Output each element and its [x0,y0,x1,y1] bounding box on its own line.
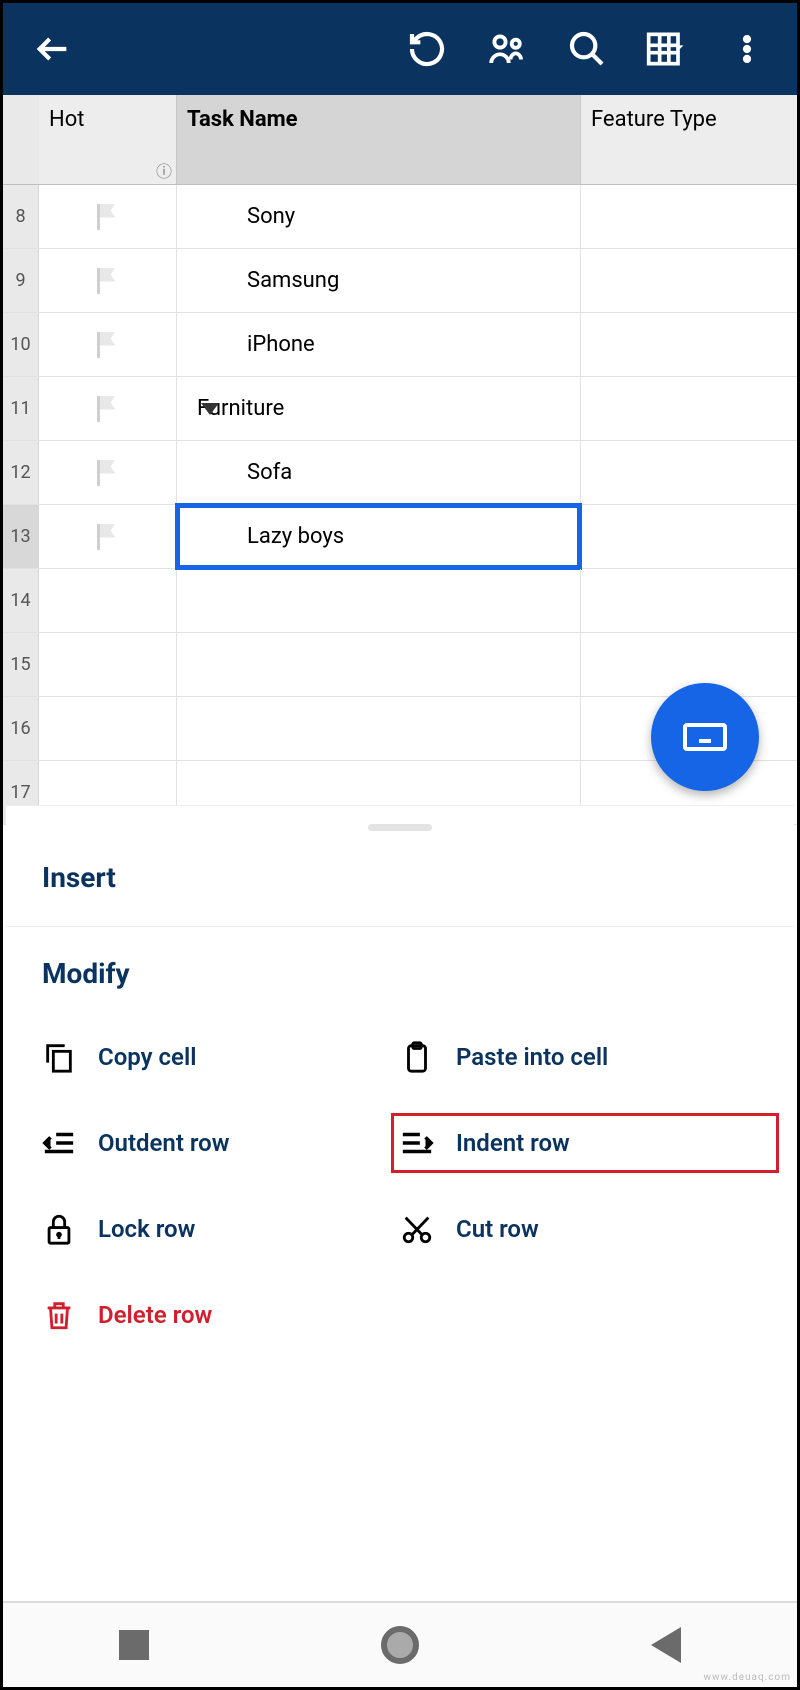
task-cell[interactable]: Sofa [177,441,581,504]
more-button[interactable] [707,9,787,89]
task-cell[interactable]: iPhone [177,313,581,376]
hot-cell[interactable] [39,505,177,568]
row-number[interactable]: 10 [3,313,39,376]
paste-cell-action[interactable]: Paste into cell [400,1040,758,1074]
column-label: Hot [49,107,84,132]
action-label: Outdent row [98,1129,229,1157]
table-row[interactable]: 13 Lazy boys [3,505,797,569]
row-number[interactable]: 13 [3,505,39,568]
flag-icon[interactable] [97,204,119,230]
nav-back[interactable] [651,1627,681,1663]
share-button[interactable] [467,9,547,89]
bottom-sheet: Insert Modify Copy cell Paste into cell … [6,805,794,1597]
app-bar [3,3,797,95]
action-label: Cut row [456,1215,539,1243]
lock-row-action[interactable]: Lock row [42,1212,400,1246]
feature-cell[interactable] [581,505,797,568]
hot-cell[interactable] [39,441,177,504]
row-number[interactable]: 8 [3,185,39,248]
task-cell[interactable] [177,633,581,696]
table-row[interactable]: 14 [3,569,797,633]
outdent-row-action[interactable]: Outdent row [42,1126,400,1160]
task-cell[interactable]: Sony [177,185,581,248]
feature-cell[interactable] [581,377,797,440]
task-text: Sony [247,204,295,229]
row-number[interactable]: 14 [3,569,39,632]
flag-icon[interactable] [97,396,119,422]
info-icon[interactable]: ⓘ [156,158,172,182]
hot-cell[interactable] [39,569,177,632]
delete-row-action[interactable]: Delete row [42,1298,400,1332]
copy-cell-action[interactable]: Copy cell [42,1040,400,1074]
hot-cell[interactable] [39,377,177,440]
column-headers: Hot ⓘ Task Name Feature Type [3,95,797,185]
flag-icon[interactable] [97,524,119,550]
task-cell[interactable]: Furniture [177,377,581,440]
cell-selection [175,503,582,570]
table-row[interactable]: 11 Furniture [3,377,797,441]
row-number[interactable]: 16 [3,697,39,760]
collapse-icon[interactable] [201,403,219,415]
task-cell[interactable] [177,697,581,760]
search-button[interactable] [547,9,627,89]
action-label: Delete row [98,1301,212,1329]
task-text: Lazy boys [247,524,344,549]
table-row[interactable]: 12 Sofa [3,441,797,505]
column-label: Task Name [187,107,298,132]
table-row[interactable]: 9 Samsung [3,249,797,313]
feature-cell[interactable] [581,313,797,376]
flag-icon[interactable] [97,460,119,486]
table-row[interactable]: 8 Sony [3,185,797,249]
keyboard-fab[interactable] [651,683,759,791]
view-grid-button[interactable] [627,9,707,89]
column-label: Feature Type [591,107,717,132]
back-button[interactable] [13,9,93,89]
task-text: iPhone [247,332,315,357]
row-number-header [3,95,39,184]
row-number[interactable]: 12 [3,441,39,504]
action-label: Copy cell [98,1043,196,1071]
column-feature-type[interactable]: Feature Type [581,95,797,184]
action-label: Lock row [98,1215,195,1243]
android-nav-bar [3,1601,797,1687]
feature-cell[interactable] [581,249,797,312]
refresh-button[interactable] [387,9,467,89]
indent-row-action[interactable]: Indent row [391,1113,779,1173]
feature-cell[interactable] [581,569,797,632]
section-insert[interactable]: Insert [42,861,794,894]
watermark: www.deuaq.com [704,1672,792,1683]
table-row[interactable]: 15 [3,633,797,697]
hot-cell[interactable] [39,313,177,376]
action-label: Paste into cell [456,1043,608,1071]
feature-cell[interactable] [581,185,797,248]
nav-home[interactable] [381,1626,419,1664]
cut-row-action[interactable]: Cut row [400,1212,758,1246]
flag-icon[interactable] [97,332,119,358]
task-cell[interactable] [177,569,581,632]
task-cell[interactable]: Samsung [177,249,581,312]
flag-icon[interactable] [97,268,119,294]
action-label: Indent row [456,1129,570,1157]
feature-cell[interactable] [581,441,797,504]
hot-cell[interactable] [39,249,177,312]
task-text: Samsung [247,268,339,293]
hot-cell[interactable] [39,697,177,760]
hot-cell[interactable] [39,185,177,248]
hot-cell[interactable] [39,633,177,696]
column-hot[interactable]: Hot ⓘ [39,95,177,184]
sheet-drag-handle[interactable] [368,824,432,831]
row-number[interactable]: 15 [3,633,39,696]
section-modify: Modify [42,957,794,990]
column-task-name[interactable]: Task Name [177,95,581,184]
task-cell[interactable]: Lazy boys [177,505,581,568]
row-number[interactable]: 11 [3,377,39,440]
table-row[interactable]: 10 iPhone [3,313,797,377]
task-text: Sofa [247,460,292,485]
row-number[interactable]: 9 [3,249,39,312]
nav-recent[interactable] [119,1630,149,1660]
